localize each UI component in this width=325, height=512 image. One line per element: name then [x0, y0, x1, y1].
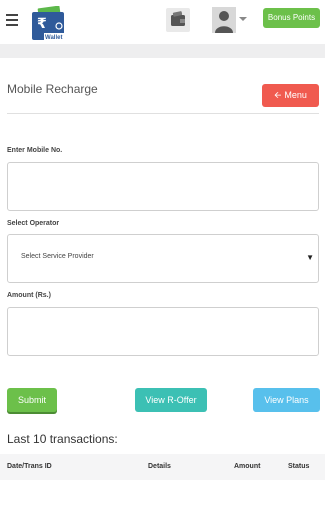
user-icon: [215, 11, 233, 33]
column-header-date: Date/Trans ID: [7, 463, 52, 470]
app-logo: ₹ Wallet: [32, 6, 64, 41]
hamburger-menu-icon[interactable]: [6, 14, 18, 26]
operator-selected-value: Select Service Provider: [21, 253, 94, 260]
amount-label: Amount (Rs.): [7, 292, 51, 299]
menu-button[interactable]: 🡨 Menu: [262, 84, 319, 107]
top-bar: ₹ Wallet Bonus Points: [0, 0, 325, 44]
transactions-table-header: Date/Trans ID Details Amount Status: [0, 454, 325, 480]
submit-button[interactable]: Submit: [7, 388, 57, 412]
bonus-points-button[interactable]: Bonus Points: [263, 8, 320, 28]
header-divider: [0, 44, 325, 58]
title-divider: [7, 113, 319, 114]
column-header-amount: Amount: [234, 463, 261, 470]
svg-text:₹: ₹: [37, 16, 47, 32]
operator-select[interactable]: Select Service Provider ▼: [7, 234, 319, 283]
logo-text: Wallet: [45, 35, 62, 41]
arrow-left-icon: 🡨: [274, 90, 282, 100]
transactions-heading: Last 10 transactions:: [7, 432, 118, 446]
chevron-down-icon[interactable]: [239, 17, 247, 21]
wallet-icon: [171, 11, 185, 26]
mobile-label: Enter Mobile No.: [7, 147, 63, 154]
amount-input[interactable]: [7, 307, 319, 356]
dropdown-arrow-icon: ▼: [306, 253, 314, 262]
menu-button-label: Menu: [284, 90, 307, 100]
column-header-status: Status: [288, 463, 310, 470]
view-roffer-button[interactable]: View R-Offer: [135, 388, 207, 412]
view-plans-button[interactable]: View Plans: [253, 388, 320, 412]
page-title: Mobile Recharge: [7, 82, 98, 96]
user-avatar[interactable]: [212, 7, 236, 33]
column-header-details: Details: [148, 463, 171, 470]
operator-label: Select Operator: [7, 220, 60, 227]
mobile-number-input[interactable]: [7, 162, 319, 211]
wallet-button[interactable]: [166, 8, 190, 32]
